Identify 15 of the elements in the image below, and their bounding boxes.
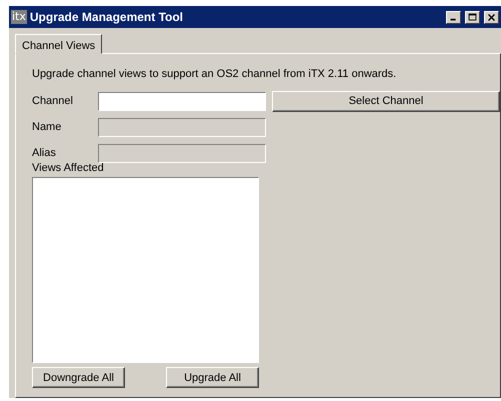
minimize-icon[interactable] bbox=[446, 10, 461, 24]
action-button[interactable]: Upgrade All bbox=[166, 367, 259, 388]
window-title: Upgrade Management Tool bbox=[30, 10, 184, 24]
maximize-icon[interactable] bbox=[465, 10, 480, 24]
app-logo: itx bbox=[11, 10, 27, 24]
field-label: Alias bbox=[32, 147, 57, 159]
field-label: Views Affected bbox=[32, 162, 105, 174]
input-field[interactable] bbox=[98, 92, 266, 110]
description-text: Upgrade channel views to support an OS2 channel from iTX 2.11 onwards. bbox=[32, 68, 398, 80]
tab[interactable]: Channel Views bbox=[15, 34, 102, 54]
field-label: Channel bbox=[32, 95, 74, 107]
select-channel-button[interactable]: Select Channel bbox=[272, 90, 500, 112]
action-button[interactable]: Downgrade All bbox=[32, 367, 125, 388]
field-label: Name bbox=[32, 121, 62, 133]
close-icon[interactable] bbox=[484, 10, 499, 24]
